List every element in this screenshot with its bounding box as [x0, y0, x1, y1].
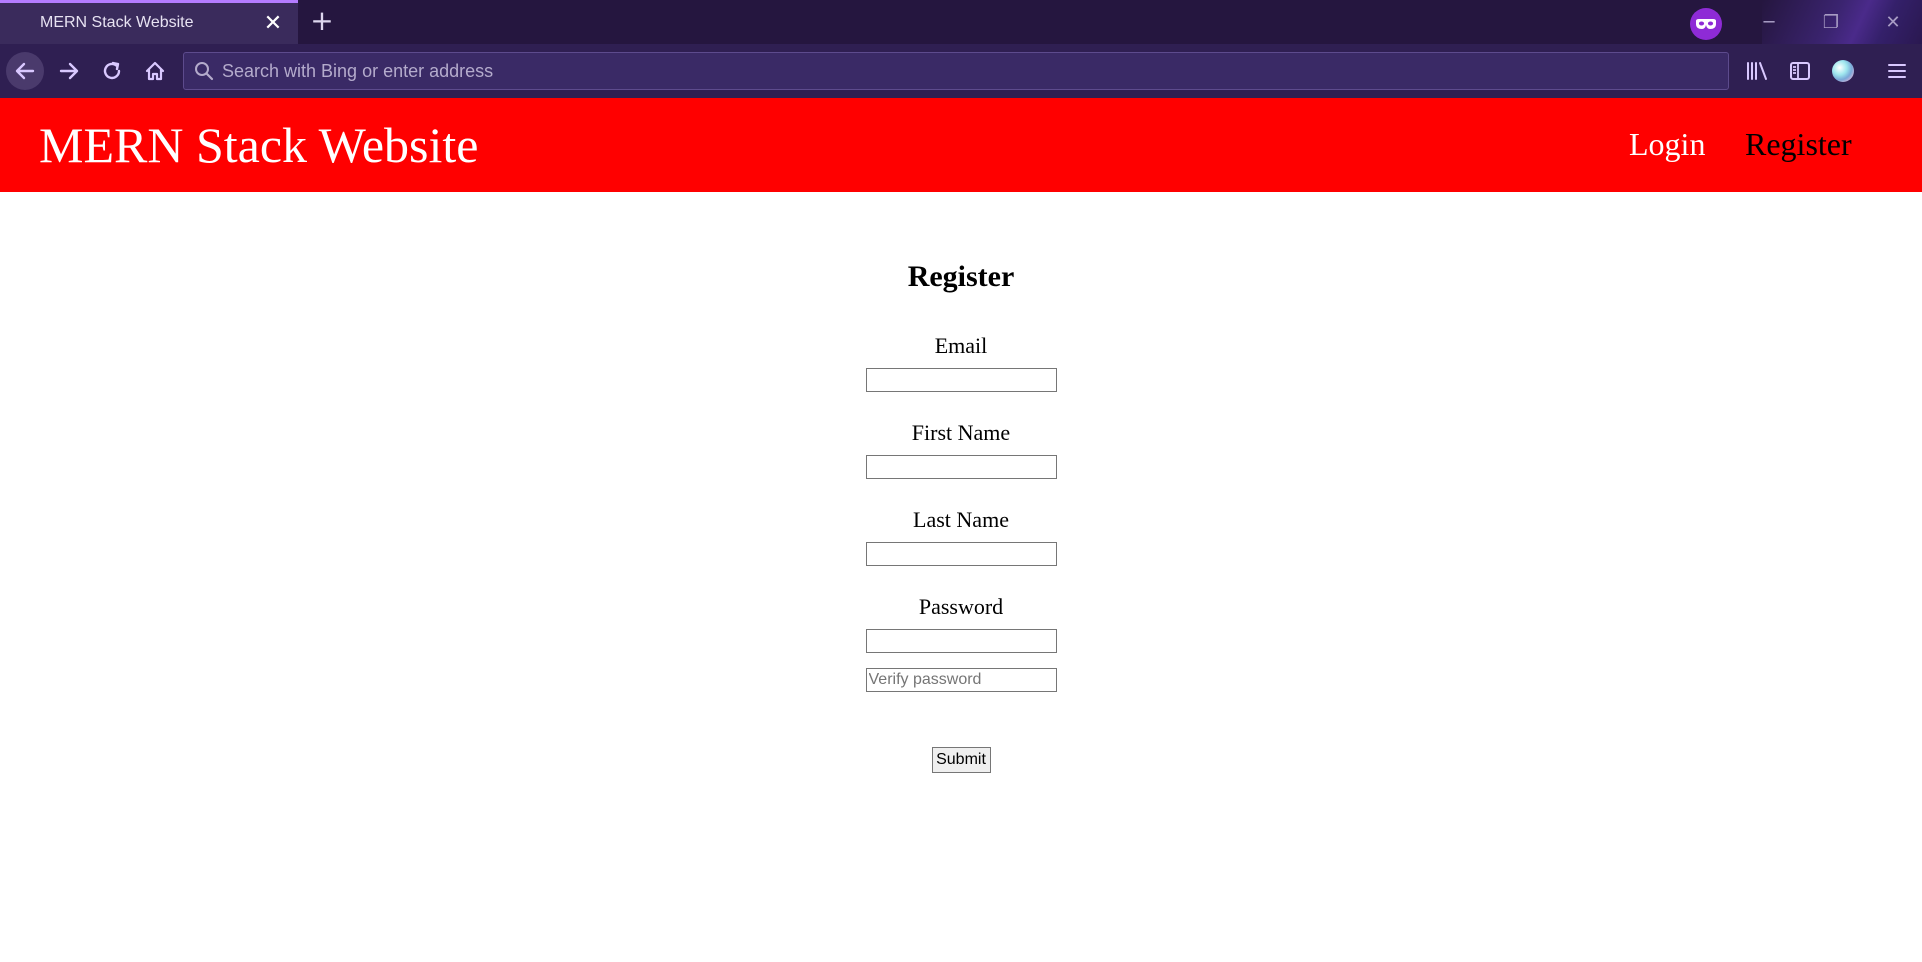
first-name-label: First Name — [911, 420, 1011, 445]
library-button[interactable] — [1738, 52, 1776, 90]
new-tab-button[interactable]: + — [306, 6, 338, 38]
password-field[interactable] — [865, 629, 1057, 653]
email-label: Email — [934, 333, 988, 358]
last-name-label: Last Name — [913, 507, 1009, 532]
verify-password-field[interactable] — [865, 668, 1057, 692]
email-field[interactable] — [865, 368, 1057, 392]
tab-title: MERN Stack Website — [40, 14, 194, 31]
back-arrow-icon — [15, 62, 35, 80]
profile-button[interactable] — [1824, 52, 1862, 90]
window-close-button[interactable]: ✕ — [1873, 8, 1913, 36]
private-browsing-mask-icon — [1690, 8, 1722, 40]
site-title[interactable]: MERN Stack Website — [39, 116, 478, 174]
tab-close-icon[interactable]: ✕ — [260, 10, 286, 36]
address-bar[interactable] — [183, 52, 1729, 90]
reload-icon — [103, 61, 121, 80]
hamburger-menu-icon — [1888, 64, 1906, 78]
home-button[interactable] — [136, 52, 174, 90]
tab-mern-stack-website[interactable]: MERN Stack Website ✕ — [0, 0, 298, 44]
home-icon — [145, 61, 165, 81]
menu-button[interactable] — [1878, 52, 1916, 90]
nav-toolbar — [0, 44, 1922, 98]
nav-register-link[interactable]: Register — [1745, 126, 1852, 163]
library-icon — [1747, 62, 1767, 80]
site-header: MERN Stack Website Login Register — [0, 98, 1922, 192]
tab-strip: MERN Stack Website ✕ + ─ ❐ ✕ — [0, 0, 1922, 44]
register-form: Register Email First Name Last Name Pass… — [0, 192, 1922, 773]
nav-login-link[interactable]: Login — [1629, 126, 1705, 163]
sidebar-button[interactable] — [1781, 52, 1819, 90]
address-input[interactable] — [222, 54, 1728, 88]
forward-button[interactable] — [50, 52, 88, 90]
sidebar-icon — [1790, 62, 1810, 80]
forward-arrow-icon — [59, 62, 79, 80]
submit-button[interactable]: Submit — [931, 747, 991, 773]
first-name-field[interactable] — [865, 455, 1057, 479]
password-label: Password — [918, 594, 1004, 619]
reload-button[interactable] — [93, 52, 131, 90]
restore-button[interactable]: ❐ — [1811, 8, 1851, 36]
profile-icon — [1832, 60, 1854, 82]
minimize-button[interactable]: ─ — [1749, 8, 1789, 36]
last-name-field[interactable] — [865, 542, 1057, 566]
back-button[interactable] — [6, 52, 44, 90]
search-icon — [194, 61, 214, 81]
form-heading: Register — [907, 260, 1015, 293]
